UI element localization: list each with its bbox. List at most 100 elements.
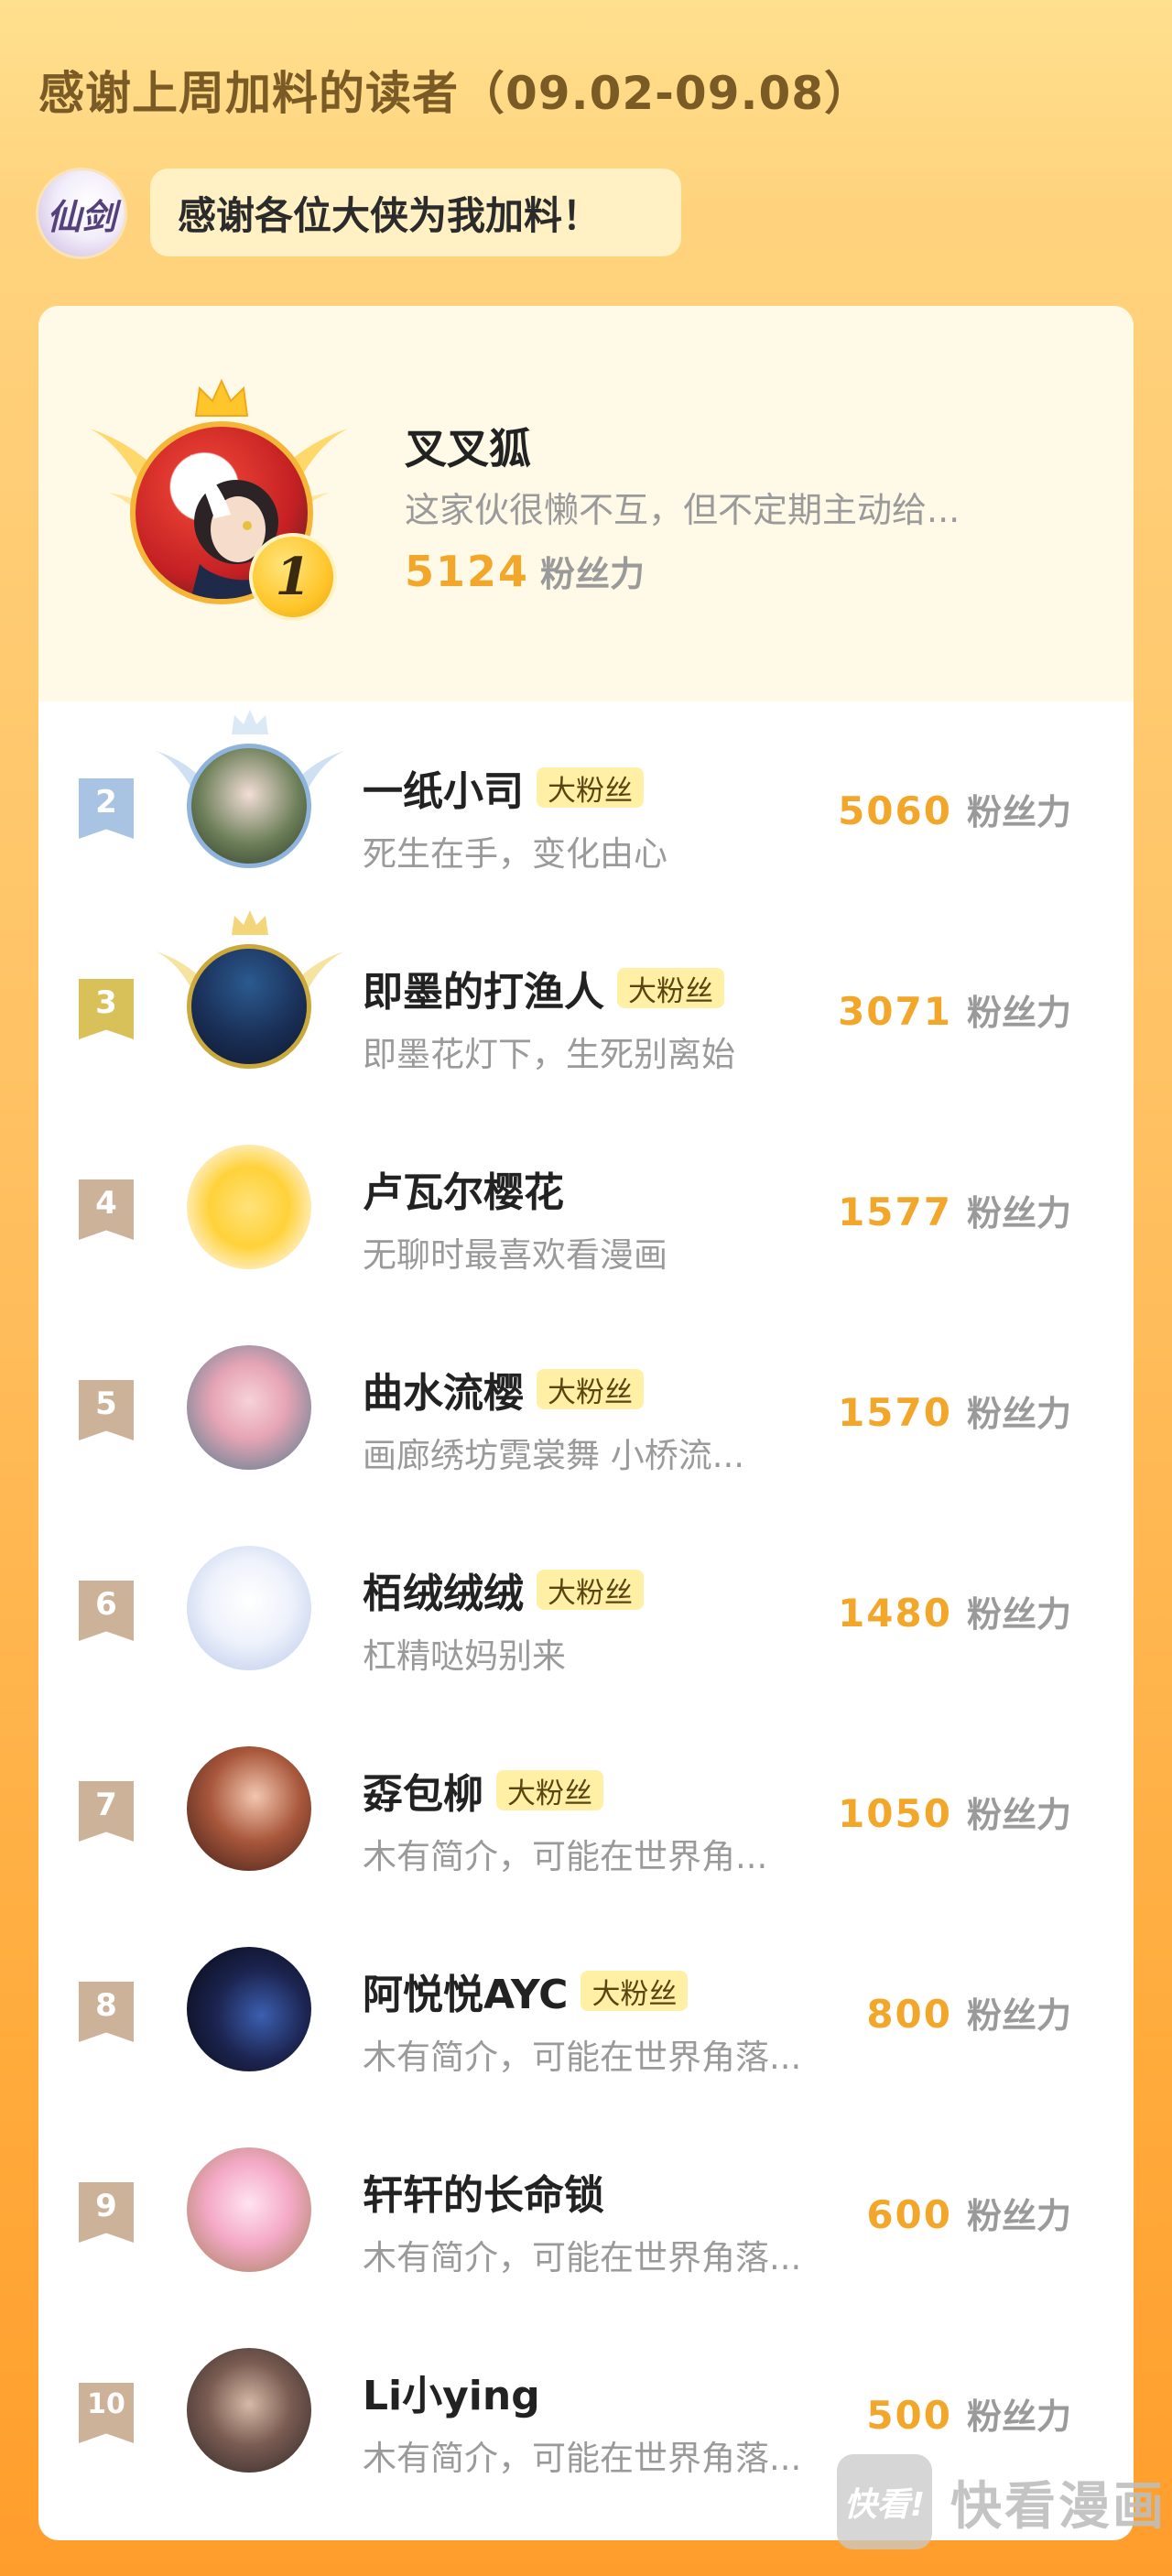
reader-bio: 无聊时最喜欢看漫画 <box>363 1235 667 1275</box>
reader-name[interactable]: 卢瓦尔樱花 <box>363 1159 564 1218</box>
reader-bio: 木有简介，可能在世界角落... <box>363 2238 802 2277</box>
thanks-bubble-text: 感谢各位大侠为我加料！ <box>178 192 602 238</box>
list-item[interactable]: 4 卢瓦尔樱花 无聊时最喜欢看漫画 1577 粉丝力 <box>38 1103 1134 1303</box>
fan-badge: 大粉丝 <box>537 1369 644 1409</box>
fan-badge: 大粉丝 <box>496 1770 603 1810</box>
reader-name-line: 轩轩的长命锁 <box>363 2162 604 2221</box>
reader-score: 1570 粉丝力 <box>838 1386 1071 1436</box>
reader-score-unit: 粉丝力 <box>966 1594 1071 1635</box>
reader-name[interactable]: 孬包柳 <box>363 1761 483 1820</box>
list-item[interactable]: 3 即墨的打渔人 大粉丝 即墨花灯下，生死别离始 3071 粉丝力 <box>38 902 1134 1103</box>
reader-score-value: 1577 <box>838 1190 952 1234</box>
crown-icon <box>194 378 249 417</box>
avatar[interactable] <box>187 744 311 868</box>
reader-bio: 木有简介，可能在世界角... <box>363 1837 768 1876</box>
avatar[interactable] <box>187 1145 311 1269</box>
top-reader-name[interactable]: 叉叉狐 <box>405 416 531 476</box>
top-reader-score-unit: 粉丝力 <box>540 554 646 594</box>
reader-name-line: 曲水流樱 大粉丝 <box>363 1360 644 1418</box>
reader-score: 3071 粉丝力 <box>838 984 1071 1035</box>
reader-bio: 杠精哒妈别来 <box>363 1636 566 1676</box>
rank-tag: 4 <box>79 1179 134 1240</box>
rank-1-badge: 1 <box>249 533 337 621</box>
reader-score: 1480 粉丝力 <box>838 1586 1071 1636</box>
rank-tag: 8 <box>79 1982 134 2042</box>
reader-name[interactable]: Li小ying <box>363 2363 540 2421</box>
watermark-brand: 快看漫画 <box>950 2476 1167 2537</box>
host-logo-text: 仙剑 <box>46 195 116 237</box>
rank-tag: 7 <box>79 1781 134 1842</box>
reader-score-unit: 粉丝力 <box>966 2397 1071 2437</box>
reader-name-line: 栢绒绒绒 大粉丝 <box>363 1560 644 1619</box>
ranking-card: 1 叉叉狐 这家伙很懒不互，但不定期主动给... 5124 粉丝力 2 一纸小司 … <box>38 306 1134 2540</box>
thanks-bubble: 感谢各位大侠为我加料！ <box>150 168 681 256</box>
top-reader-bio: 这家伙很懒不互，但不定期主动给... <box>405 490 960 530</box>
reader-score-unit: 粉丝力 <box>966 2196 1071 2236</box>
reader-score-value: 1480 <box>838 1591 952 1636</box>
reader-name-line: Li小ying <box>363 2363 540 2421</box>
watermark-logo: 快看! <box>837 2454 932 2549</box>
host-avatar[interactable]: 仙剑 <box>38 170 125 256</box>
rank-tag: 10 <box>79 2383 134 2443</box>
reader-name[interactable]: 即墨的打渔人 <box>363 959 604 1017</box>
watermark: 快看! 快看漫画 <box>837 2454 1167 2549</box>
fan-badge: 大粉丝 <box>617 968 724 1008</box>
reader-score-unit: 粉丝力 <box>966 1193 1071 1234</box>
rank-tag: 2 <box>79 778 134 839</box>
avatar[interactable] <box>187 2348 311 2473</box>
fan-badge: 大粉丝 <box>537 767 644 808</box>
list-item[interactable]: 5 曲水流樱 大粉丝 画廊绣坊霓裳舞 小桥流... 1570 粉丝力 <box>38 1303 1134 1504</box>
reader-score-value: 1570 <box>838 1390 952 1435</box>
reader-score-unit: 粉丝力 <box>966 1995 1071 2036</box>
reader-name[interactable]: 一纸小司 <box>363 758 524 817</box>
reader-bio: 即墨花灯下，生死别离始 <box>363 1035 735 1074</box>
crown-icon <box>232 910 268 935</box>
list-item[interactable]: 9 轩轩的长命锁 木有简介，可能在世界角落... 600 粉丝力 <box>38 2105 1134 2306</box>
fan-badge: 大粉丝 <box>537 1570 644 1610</box>
fan-badge: 大粉丝 <box>581 1971 689 2011</box>
reader-name-line: 一纸小司 大粉丝 <box>363 758 644 817</box>
reader-name[interactable]: 曲水流樱 <box>363 1360 524 1418</box>
reader-name-line: 孬包柳 大粉丝 <box>363 1761 603 1820</box>
page-title: 感谢上周加料的读者（09.02-09.08） <box>38 67 872 120</box>
rank-tag: 9 <box>79 2182 134 2243</box>
reader-score-value: 5060 <box>838 788 952 833</box>
reader-score-unit: 粉丝力 <box>966 1795 1071 1835</box>
reader-score-unit: 粉丝力 <box>966 792 1071 832</box>
top-reader-score: 5124 粉丝力 <box>405 546 645 596</box>
rank-tag: 3 <box>79 979 134 1039</box>
reader-name-line: 即墨的打渔人 大粉丝 <box>363 959 724 1017</box>
rank-tag: 6 <box>79 1581 134 1641</box>
avatar[interactable] <box>187 944 311 1069</box>
list-item[interactable]: 8 阿悦悦AYC 大粉丝 木有简介，可能在世界角落... 800 粉丝力 <box>38 1905 1134 2105</box>
avatar[interactable] <box>187 1746 311 1871</box>
top-reader-section: 1 叉叉狐 这家伙很懒不互，但不定期主动给... 5124 粉丝力 <box>38 306 1134 701</box>
reader-score-value: 600 <box>866 2192 952 2237</box>
list-item[interactable]: 7 孬包柳 大粉丝 木有简介，可能在世界角... 1050 粉丝力 <box>38 1704 1134 1905</box>
list-item[interactable]: 2 一纸小司 大粉丝 死生在手，变化由心 5060 粉丝力 <box>38 701 1134 902</box>
reader-score-value: 3071 <box>838 989 952 1034</box>
avatar[interactable] <box>187 1345 311 1470</box>
reader-score: 1577 粉丝力 <box>838 1185 1071 1235</box>
avatar[interactable] <box>187 1947 311 2071</box>
reader-bio: 木有简介，可能在世界角落... <box>363 2038 802 2077</box>
reader-name-line: 阿悦悦AYC 大粉丝 <box>363 1962 689 2020</box>
crown-icon <box>232 710 268 734</box>
reader-bio: 死生在手，变化由心 <box>363 834 667 874</box>
reader-score-unit: 粉丝力 <box>966 993 1071 1033</box>
reader-score-value: 800 <box>866 1992 952 2037</box>
reader-name[interactable]: 栢绒绒绒 <box>363 1560 524 1619</box>
reader-score: 600 粉丝力 <box>866 2188 1071 2238</box>
reader-name-line: 卢瓦尔樱花 <box>363 1159 564 1218</box>
list-item[interactable]: 6 栢绒绒绒 大粉丝 杠精哒妈别来 1480 粉丝力 <box>38 1504 1134 1704</box>
reader-score-value: 500 <box>866 2393 952 2438</box>
rank-tag: 5 <box>79 1380 134 1440</box>
reader-name[interactable]: 阿悦悦AYC <box>363 1962 568 2020</box>
avatar[interactable] <box>187 1546 311 1670</box>
reader-score: 5060 粉丝力 <box>838 784 1071 834</box>
reader-bio: 木有简介，可能在世界角落... <box>363 2439 802 2478</box>
reader-score-value: 1050 <box>838 1791 952 1836</box>
avatar[interactable] <box>187 2147 311 2272</box>
reader-score-unit: 粉丝力 <box>966 1394 1071 1434</box>
reader-name[interactable]: 轩轩的长命锁 <box>363 2162 604 2221</box>
